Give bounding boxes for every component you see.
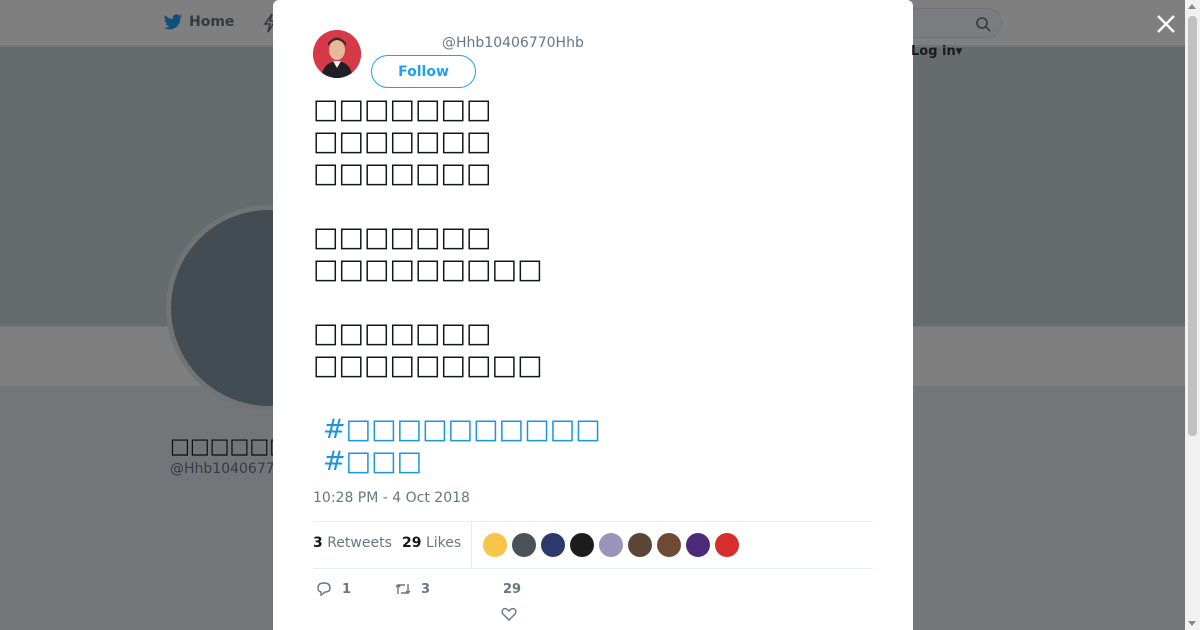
tweet-actions: 1 3 29	[313, 580, 873, 630]
liker-avatar[interactable]	[599, 533, 623, 557]
tweet-permalink-modal: @Hhb10406770Hhb Follow □□□□□□□ □□□□□□□ □…	[273, 0, 913, 630]
author-photo	[313, 30, 361, 78]
scroll-down-arrow-icon[interactable]	[1188, 621, 1196, 626]
tweet-line: □□□□□□□	[313, 126, 492, 157]
tweet-line: □□□□□□□□□	[313, 254, 543, 285]
reply-count: 1	[342, 581, 352, 597]
likes-label: Likes	[425, 535, 462, 551]
tweet-line	[313, 382, 873, 414]
retweet-action-count: 3	[421, 581, 431, 597]
author-handle[interactable]: @Hhb10406770Hhb	[442, 35, 584, 51]
hashtag-link[interactable]: #□□□	[313, 446, 873, 478]
author-avatar[interactable]	[313, 30, 361, 78]
tweet-line: □□□□□□□	[313, 318, 492, 349]
retweet-icon	[395, 584, 411, 594]
likes-stat[interactable]: 29 Likes	[402, 535, 461, 551]
page-scrollbar[interactable]	[1185, 0, 1200, 630]
liker-avatar[interactable]	[541, 533, 565, 557]
tweet-timestamp[interactable]: 10:28 PM - 4 Oct 2018	[313, 490, 470, 506]
close-icon[interactable]	[1154, 12, 1178, 36]
liker-avatar[interactable]	[686, 533, 710, 557]
like-count-label: 29	[503, 582, 522, 597]
liker-avatar[interactable]	[715, 533, 739, 557]
scrollbar-thumb[interactable]	[1188, 16, 1197, 436]
retweet-count: 3	[313, 535, 323, 551]
liker-avatar[interactable]	[483, 533, 507, 557]
tweet-line: □□□□□□□	[313, 158, 492, 189]
liker-avatar[interactable]	[628, 533, 652, 557]
tweet-line	[313, 190, 873, 222]
login-menu[interactable]: Log in▾	[911, 44, 962, 59]
tweet-line: □□□□□□□□□	[313, 350, 543, 381]
reply-icon	[317, 582, 331, 597]
tweet-line: □□□□□□□	[313, 94, 492, 125]
liker-avatar[interactable]	[512, 533, 536, 557]
retweet-stat[interactable]: 3 Retweets	[313, 535, 392, 551]
tweet-line	[313, 286, 873, 318]
tweet-text: □□□□□□□ □□□□□□□ □□□□□□□ □□□□□□□ □□□□□□□□…	[313, 94, 873, 478]
login-label: Log in	[911, 44, 956, 59]
tweet-line: □□□□□□□	[313, 222, 492, 253]
follow-button[interactable]: Follow	[371, 55, 476, 88]
tweet-stats: 3 Retweets 29 Likes	[313, 521, 873, 569]
hashtag-link[interactable]: #□□□□□□□□□□	[313, 414, 873, 446]
liker-avatar[interactable]	[570, 533, 594, 557]
retweet-button[interactable]: 3	[394, 580, 430, 598]
liker-avatar[interactable]	[657, 533, 681, 557]
heart-icon[interactable]	[500, 605, 518, 623]
stats-divider	[471, 522, 472, 568]
likes-count: 29	[402, 535, 422, 551]
scroll-up-arrow-icon[interactable]	[1188, 4, 1196, 9]
retweet-label: Retweets	[327, 535, 392, 551]
reply-button[interactable]: 1	[315, 580, 351, 598]
